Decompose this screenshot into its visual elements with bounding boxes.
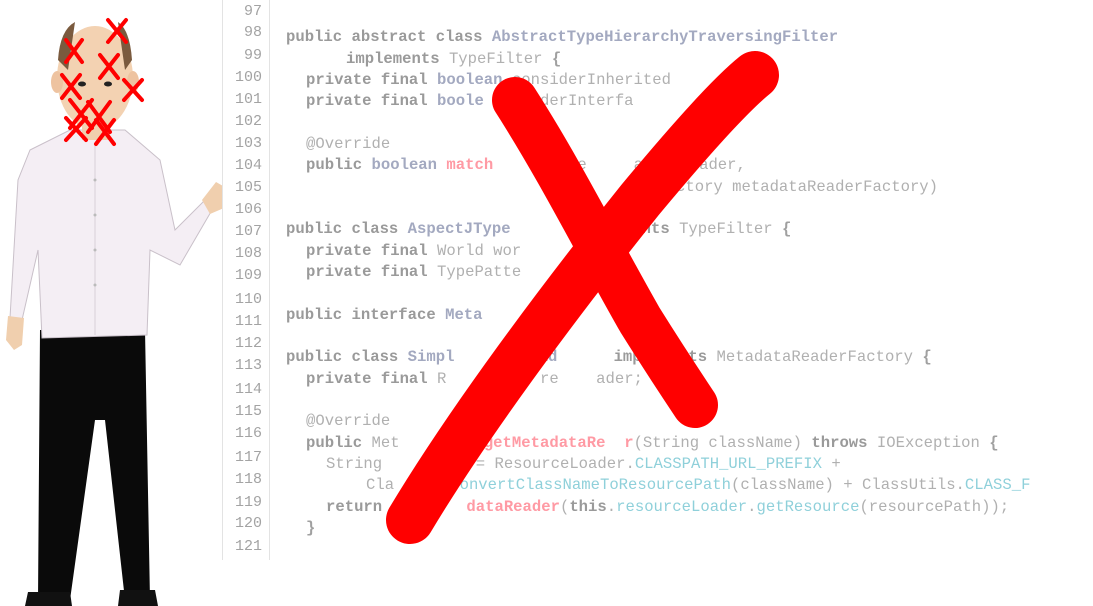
red-x-mark-icon — [386, 51, 779, 544]
